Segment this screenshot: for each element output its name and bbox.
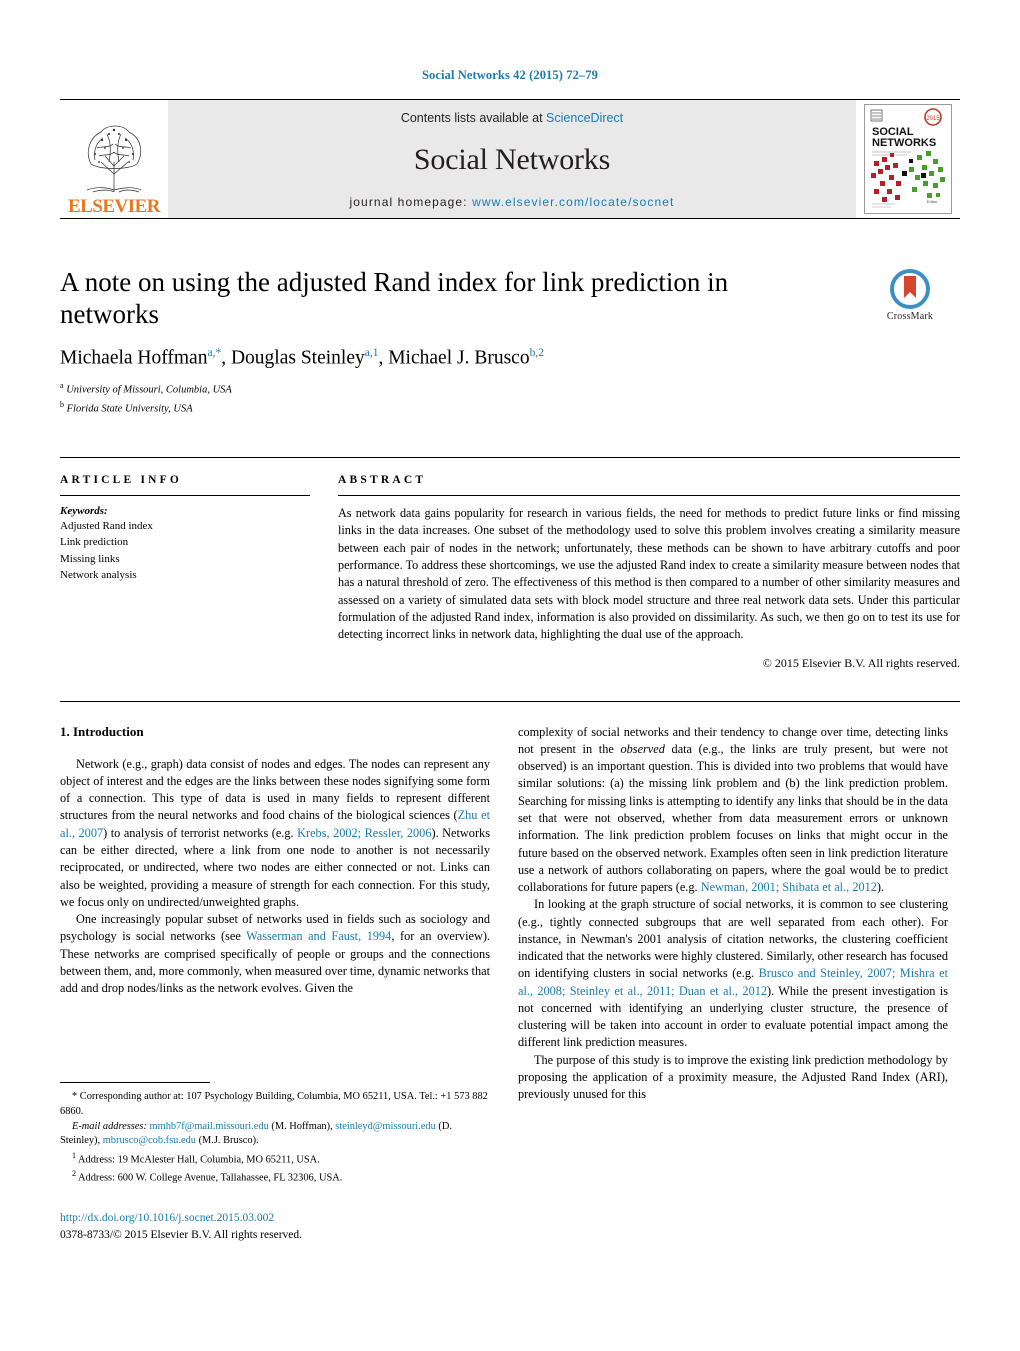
title-block: A note on using the adjusted Rand index … — [60, 267, 960, 417]
page-title: A note on using the adjusted Rand index … — [60, 267, 729, 329]
svg-text:2015: 2015 — [926, 116, 940, 122]
author-marks: b,2 — [529, 346, 544, 359]
author-marks: a,* — [207, 346, 222, 359]
author-name: Michaela Hoffman — [60, 347, 208, 369]
body-columns: 1. Introduction Network (e.g., graph) da… — [60, 700, 960, 1244]
body-column-left: 1. Introduction Network (e.g., graph) da… — [60, 724, 490, 1244]
elsevier-tree-icon — [86, 125, 142, 193]
affiliation-mark: b — [60, 399, 64, 409]
email-link[interactable]: mmhb7f@mail.missouri.edu — [150, 1121, 269, 1132]
article-info-column: ARTICLE INFO Keywords: Adjusted Rand ind… — [60, 474, 310, 671]
footnote-mark: 2 — [72, 1169, 76, 1179]
journal-cover-thumbnail: 2015 SOCIAL NETWORKS Editor — [856, 100, 960, 218]
email-owner: (M. Hoffman) — [271, 1120, 331, 1132]
contents-available-line: Contents lists available at ScienceDirec… — [401, 111, 623, 125]
masthead-center: Contents lists available at ScienceDirec… — [168, 100, 856, 218]
running-head: Social Networks 42 (2015) 72–79 — [421, 68, 598, 82]
contents-prefix: Contents lists available at — [400, 111, 547, 125]
article-info-heading: ARTICLE INFO — [60, 474, 183, 487]
paragraph: In looking at the graph structure of soc… — [518, 897, 948, 1050]
keyword-item: Missing links — [60, 552, 120, 565]
abstract-column: ABSTRACT As network data gains popularit… — [338, 474, 960, 671]
footnote-text: Address: 600 W. College Avenue, Tallahas… — [78, 1172, 343, 1184]
svg-text:NETWORKS: NETWORKS — [872, 137, 936, 149]
citation-link[interactable]: Brusco and Steinley, 2007; Mishra et al.… — [518, 966, 948, 997]
citation-link[interactable]: Wasserman and Faust, 1994 — [246, 929, 391, 943]
doi-block: http://dx.doi.org/10.1016/j.socnet.2015.… — [60, 1210, 490, 1243]
keyword-item: Network analysis — [60, 568, 137, 581]
footnote-emails: E-mail addresses: mmhb7f@mail.missouri.e… — [60, 1120, 452, 1147]
info-abstract-section: ARTICLE INFO Keywords: Adjusted Rand ind… — [60, 457, 960, 671]
email-label: E-mail addresses: — [72, 1120, 147, 1132]
doi-link[interactable]: http://dx.doi.org/10.1016/j.socnet.2015.… — [60, 1210, 490, 1227]
author-name: Douglas Steinley — [230, 347, 365, 369]
sciencedirect-link[interactable]: ScienceDirect — [546, 111, 623, 125]
affiliation-item: b Florida State University, USA — [60, 399, 960, 417]
footnote-corresponding-author: * Corresponding author at: 107 Psycholog… — [60, 1091, 488, 1117]
footnote-mark: 1 — [72, 1150, 76, 1160]
copyright-line: © 2015 Elsevier B.V. All rights reserved… — [762, 655, 960, 670]
keyword-item: Link prediction — [60, 536, 129, 549]
homepage-prefix: journal homepage: — [349, 195, 473, 209]
author-name: Michael J. Brusco — [388, 347, 530, 369]
paragraph: Network (e.g., graph) data consist of no… — [60, 756, 490, 909]
affiliation-mark: a — [60, 381, 64, 391]
journal-masthead: ELSEVIER Contents lists available at Sci… — [60, 99, 960, 219]
svg-text:Editor: Editor — [927, 199, 938, 204]
section-heading-introduction: 1. Introduction — [60, 723, 144, 739]
keyword-item: Adjusted Rand index — [60, 520, 153, 533]
keywords-heading: Keywords: — [60, 505, 108, 518]
citation-link[interactable]: Krebs, 2002; Ressler, 2006 — [297, 826, 431, 840]
crossmark-badge[interactable]: CrossMark — [860, 269, 960, 322]
abstract-heading: ABSTRACT — [338, 474, 427, 487]
affiliation-list: a University of Missouri, Columbia, USA … — [60, 380, 960, 417]
footnote-area: * Corresponding author at: 107 Psycholog… — [60, 1082, 490, 1243]
body-column-right: complexity of social networks and their … — [518, 724, 948, 1244]
homepage-url-link[interactable]: www.elsevier.com/locate/socnet — [472, 195, 674, 209]
divider — [338, 495, 960, 497]
paragraph: One increasingly popular subset of netwo… — [60, 912, 491, 996]
paragraph: complexity of social networks and their … — [518, 724, 949, 895]
journal-homepage-line: journal homepage: www.elsevier.com/locat… — [350, 195, 675, 209]
citation-link[interactable]: Newman, 2001; Shibata et al., 2012 — [701, 880, 877, 894]
paragraph: The purpose of this study is to improve … — [518, 1052, 948, 1102]
elsevier-logo: ELSEVIER — [60, 100, 168, 218]
issn-copyright-line: 0378-8733/© 2015 Elsevier B.V. All right… — [60, 1228, 303, 1241]
abstract-text: As network data gains popularity for res… — [338, 506, 960, 642]
affiliation-text: University of Missouri, Columbia, USA — [66, 384, 232, 396]
footnote-numbered: 1 Address: 19 McAlester Hall, Columbia, … — [60, 1150, 490, 1168]
email-owner: (M.J. Brusco) — [198, 1135, 257, 1147]
paper-page: Social Networks 42 (2015) 72–79 ELSEVIER… — [0, 0, 1020, 1351]
footnote-numbered: 2 Address: 600 W. College Avenue, Tallah… — [60, 1168, 490, 1186]
author-marks: a,1 — [364, 346, 379, 359]
journal-title: Social Networks — [413, 143, 611, 176]
footnote-text: Address: 19 McAlester Hall, Columbia, MO… — [78, 1154, 320, 1166]
email-link[interactable]: mbrusco@cob.fsu.edu — [103, 1135, 196, 1146]
affiliation-item: a University of Missouri, Columbia, USA — [60, 380, 960, 398]
cover-artwork-icon: 2015 SOCIAL NETWORKS Editor — [865, 105, 951, 213]
author-list: Michaela Hoffmana,*, Douglas Steinleya,1… — [60, 346, 544, 369]
footnote-divider — [60, 1082, 210, 1084]
elsevier-wordmark: ELSEVIER — [67, 196, 161, 217]
affiliation-text: Florida State University, USA — [66, 403, 193, 415]
divider — [60, 495, 310, 497]
cover-image: 2015 SOCIAL NETWORKS Editor — [864, 104, 952, 214]
crossmark-icon — [890, 269, 930, 309]
crossmark-label: CrossMark — [886, 311, 934, 322]
email-link[interactable]: steinleyd@missouri.edu — [335, 1121, 435, 1132]
